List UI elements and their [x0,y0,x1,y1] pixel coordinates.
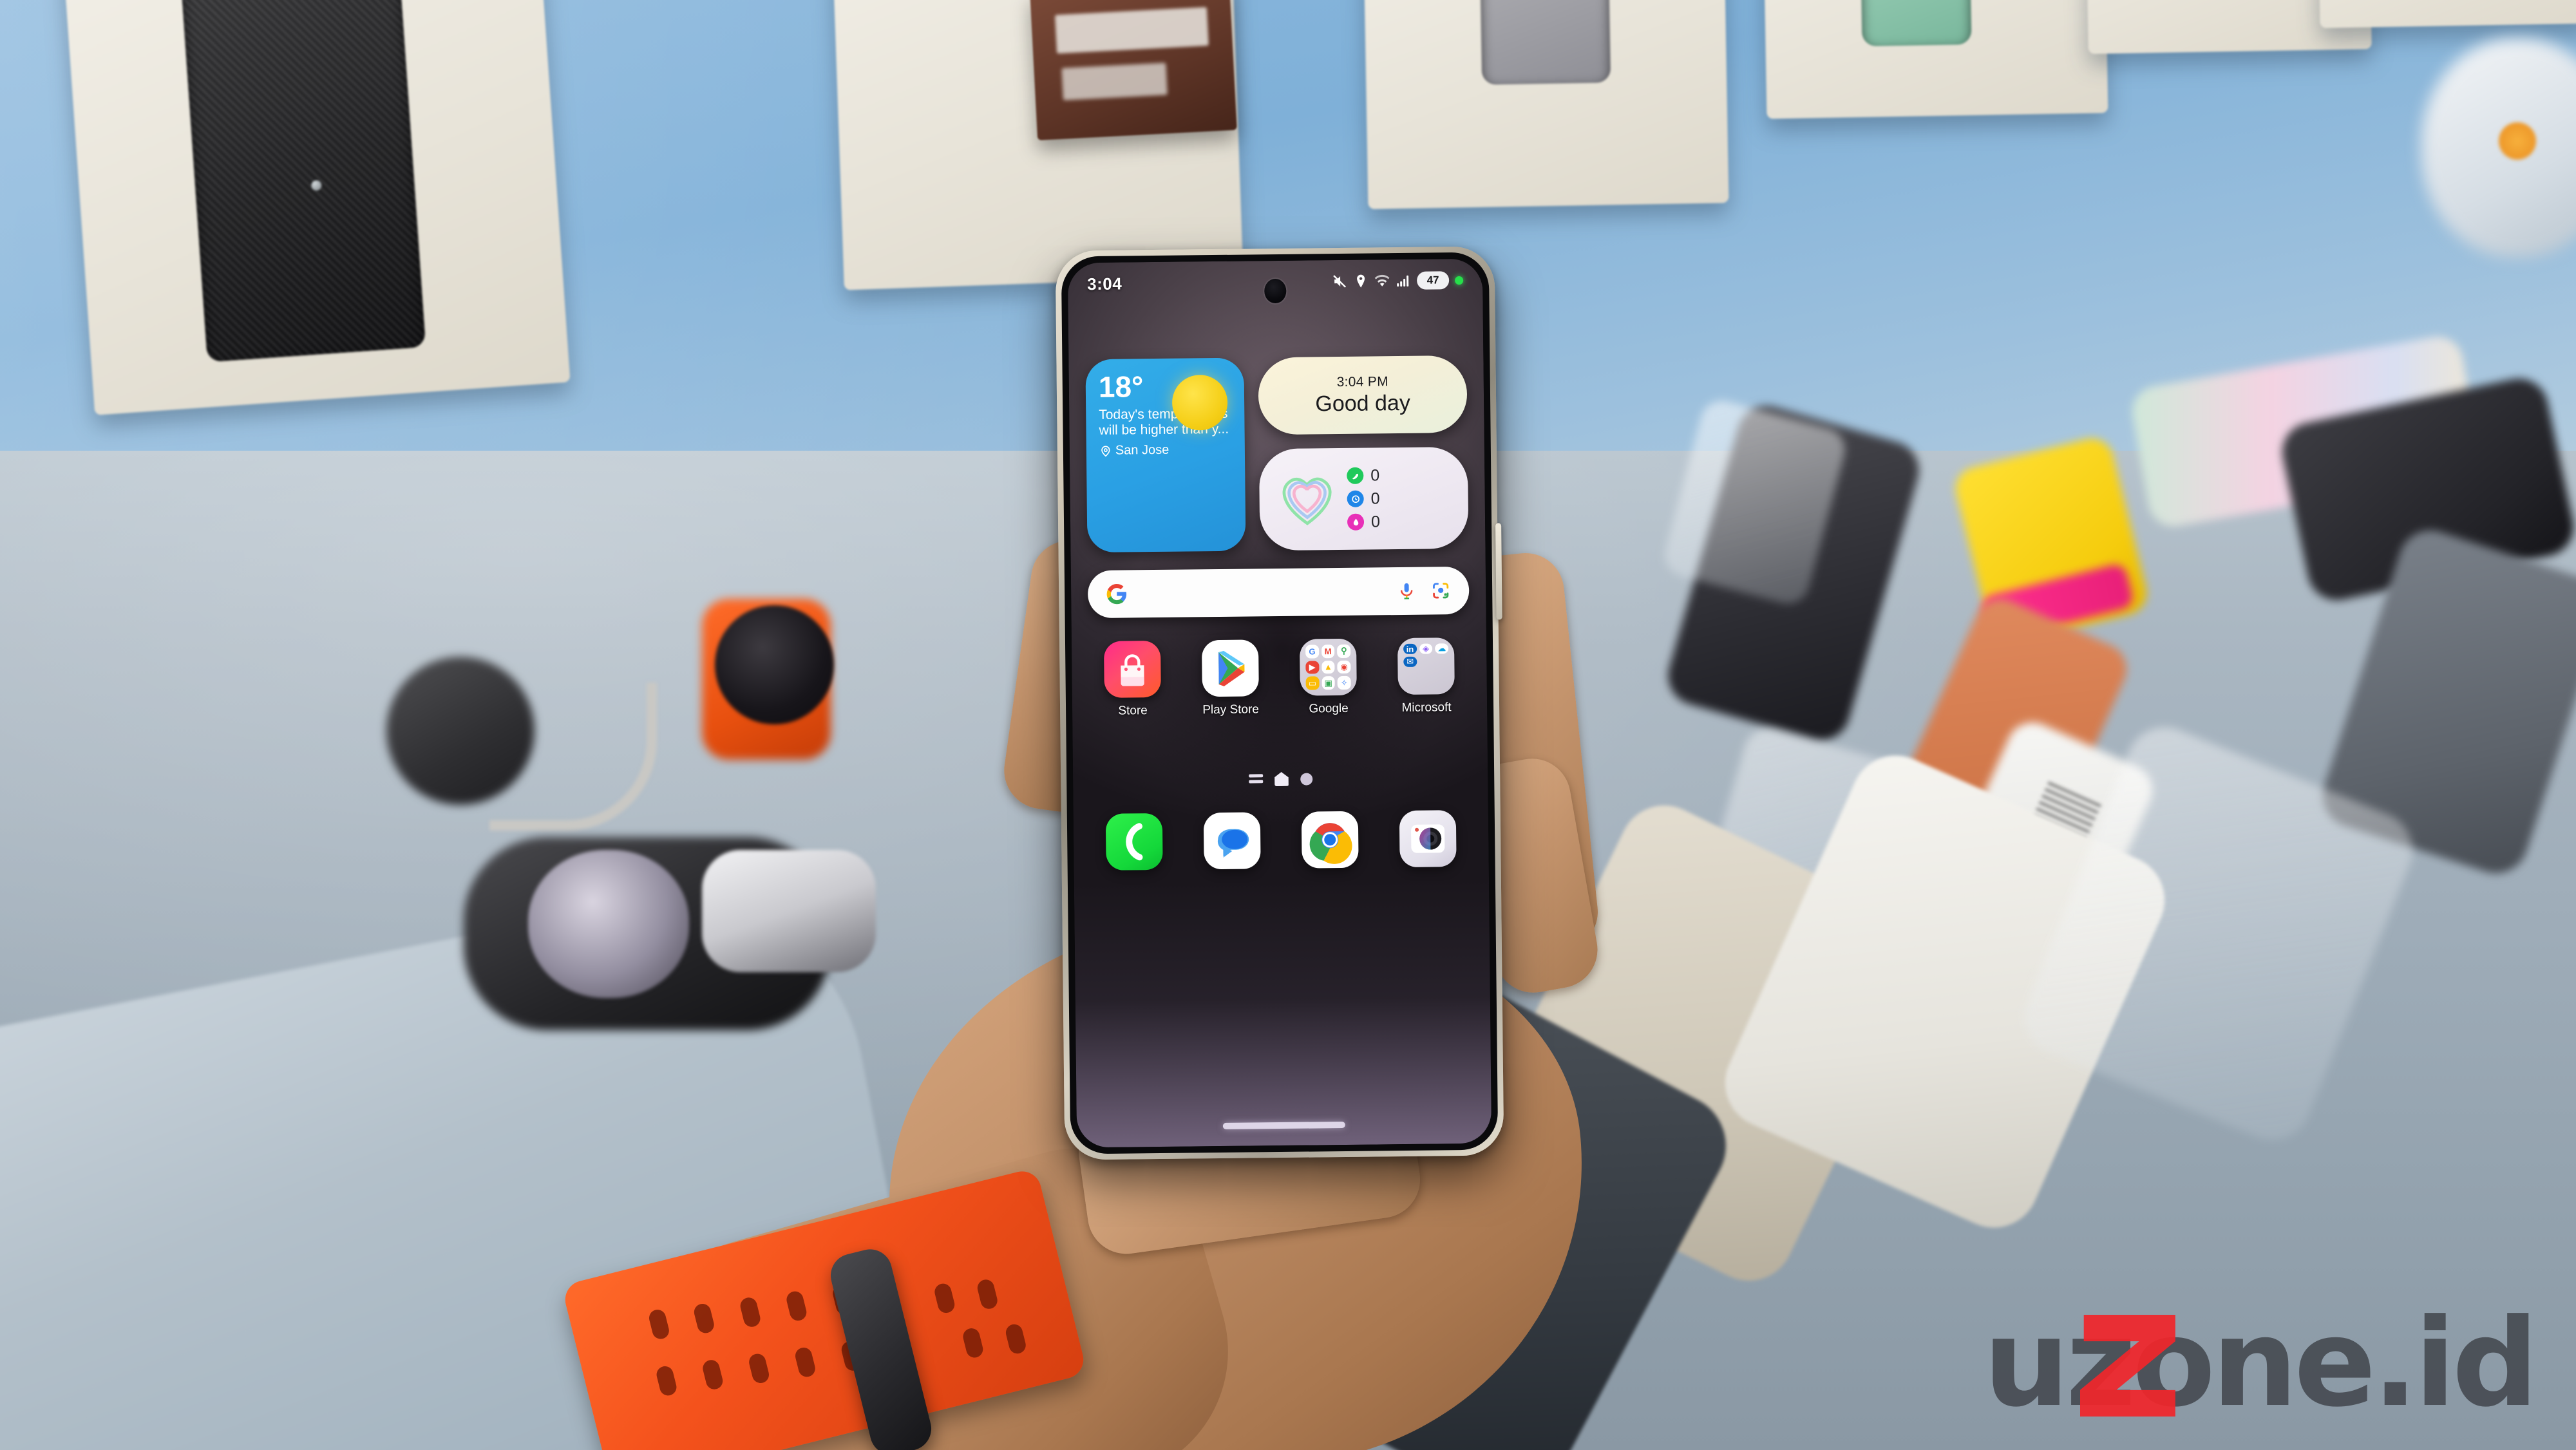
health-metric-row: 0 [1347,466,1379,485]
camera-icon[interactable] [1399,810,1457,868]
greeting-message: Good day [1315,390,1411,416]
app-row: Store Play Store G M ⚲ ▶ ▲ ◉ ▭ ▣ ✧ Googl… [1083,637,1476,751]
wall-panel-case-6 [2316,0,2576,28]
wifi-icon [1374,274,1390,287]
phone-screen[interactable]: 3:04 47 18° Today's temperatures will be… [1067,258,1492,1148]
weather-location-row: San Jose [1099,442,1232,458]
app-label: Google [1309,701,1349,716]
activity-time-icon [1347,490,1364,507]
google-g-icon [1106,584,1127,605]
app-label: Play Store [1202,702,1260,717]
gesture-navigation-bar[interactable] [1222,1121,1345,1129]
mute-icon [1333,275,1347,288]
microsoft-folder-icon: in ◈ ☁ ✉ [1397,637,1455,695]
watch-on-dock [528,850,689,998]
watermark-text: uzone [1983,1293,2376,1434]
folder-app-drive: ▲ [1321,660,1335,674]
play-store-icon [1201,639,1259,697]
folder-app-youtube: ▶ [1305,661,1320,674]
battery-indicator: 47 [1416,271,1450,290]
folder-app-gmail: M [1321,645,1335,658]
gadget-accent [2499,122,2536,160]
app-list-indicator[interactable] [1248,774,1263,784]
health-metrics: 0 0 0 [1347,466,1380,532]
galaxy-store-icon [1103,640,1161,698]
home-page-indicator[interactable] [1274,772,1289,786]
app-google-folder[interactable]: G M ⚲ ▶ ▲ ◉ ▭ ▣ ✧ Google [1289,638,1367,717]
widget-column-right: 3:04 PM Good day 0 0 0 [1258,355,1469,551]
status-bar-icons: 47 [1332,271,1464,290]
app-play-store[interactable]: Play Store [1191,639,1269,717]
greeting-widget[interactable]: 3:04 PM Good day [1258,355,1468,435]
folder-app-outlook: ✉ [1403,656,1417,667]
folder-app-meet: ▣ [1321,676,1336,690]
google-folder-icon: G M ⚲ ▶ ▲ ◉ ▭ ▣ ✧ [1299,638,1357,696]
weather-location-label: San Jose [1115,443,1170,458]
water-icon [1347,513,1365,531]
dock [1085,800,1477,881]
steps-icon [1347,467,1364,484]
uzone-watermark: uzone .id [1983,1293,2539,1434]
health-rings-icon [1276,471,1338,527]
wall-panel-case-4 [1762,0,2108,119]
wall-panel-case-3 [1362,0,1729,209]
folder-app-photos: ◉ [1337,660,1351,674]
phone-icon[interactable] [1105,813,1163,871]
privacy-indicator-dot [1455,276,1464,285]
sun-icon [1171,374,1228,431]
app-label: Store [1118,704,1148,718]
steps-value: 0 [1370,466,1380,485]
wallpaper-glow-bottom [1074,878,1492,1148]
folder-app-onedrive: ☁ [1435,643,1449,654]
greeting-time: 3:04 PM [1336,373,1389,390]
status-bar-clock: 3:04 [1087,274,1122,294]
location-icon [1357,274,1365,288]
folder-app-linkedin: in [1403,643,1417,654]
hershey-case-display [1030,0,1237,140]
folder-app-search: G [1305,645,1319,659]
widget-area: 18° Today's temperatures will be higher … [1085,355,1469,553]
water-value: 0 [1370,512,1381,531]
wall-panel-case-1 [61,0,571,415]
activity-time-value: 0 [1370,489,1380,507]
folder-app-keep: ▭ [1305,676,1320,690]
app-label: Microsoft [1401,701,1452,715]
google-search-bar[interactable] [1087,566,1470,619]
location-pin-icon [1101,446,1110,457]
google-lens-icon[interactable] [1430,580,1451,601]
folder-app-assistant: ✧ [1337,676,1351,690]
folder-app-maps: ⚲ [1337,644,1351,658]
page-indicators [1073,767,1488,791]
microphone-icon[interactable] [1397,581,1416,601]
health-metric-row: 0 [1347,513,1380,532]
front-camera-punch-hole [1264,278,1287,304]
app-microsoft-folder[interactable]: in ◈ ☁ ✉ Microsoft [1387,637,1465,715]
power-button[interactable] [1495,523,1502,620]
watermark-tld: .id [2372,1293,2539,1434]
watch-face-display [715,605,834,724]
page-dot-indicator[interactable] [1300,772,1312,786]
chrome-icon[interactable] [1301,811,1359,869]
folder-app-copilot: ◈ [1419,643,1433,654]
messages-icon[interactable] [1203,812,1261,870]
earbuds-case [702,850,876,972]
search-input-area[interactable] [1128,591,1397,594]
health-metric-row: 0 [1347,489,1380,509]
app-store[interactable]: Store [1094,640,1171,719]
smartphone: 3:04 47 18° Today's temperatures will be… [1055,246,1504,1160]
weather-widget[interactable]: 18° Today's temperatures will be higher … [1085,357,1246,553]
signal-icon [1397,275,1409,287]
health-widget[interactable]: 0 0 0 [1258,446,1469,551]
